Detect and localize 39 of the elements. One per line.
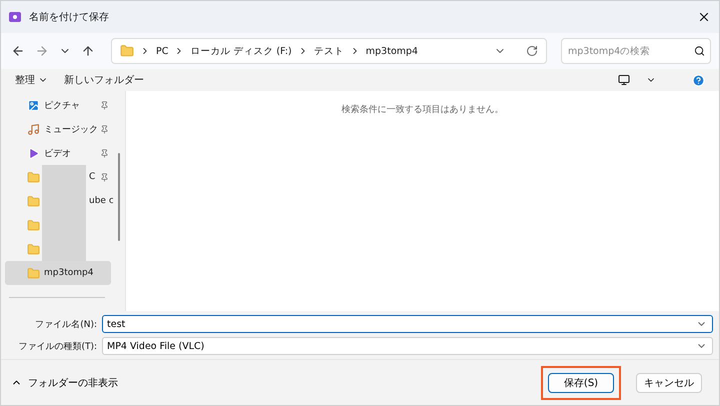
sidebar-item[interactable]: ビデオ: [5, 141, 111, 165]
folder-icon: [27, 266, 40, 280]
file-type-dropdown[interactable]: MP4 Video File (VLC): [102, 337, 713, 355]
cancel-button[interactable]: キャンセル: [636, 372, 702, 392]
field-label: ファイルの種類(T):: [17, 340, 97, 352]
close-icon[interactable]: [697, 10, 711, 24]
pictures-icon: [27, 98, 40, 112]
app-icon: [9, 11, 21, 23]
refresh-icon[interactable]: [526, 45, 538, 57]
view-icon[interactable]: [618, 74, 630, 86]
breadcrumb-item[interactable]: PC: [156, 46, 168, 56]
hide-folders-button[interactable]: フォルダーの非表示: [11, 376, 118, 390]
folder-icon: [27, 170, 40, 184]
window-title: 名前を付けて保存: [29, 11, 110, 24]
file-name-field[interactable]: test: [102, 315, 713, 333]
breadcrumb-item[interactable]: mp3tomp4: [366, 46, 418, 56]
save-button[interactable]: 保存(S): [548, 372, 614, 392]
sidebar-item[interactable]: ピクチャ: [5, 93, 111, 117]
new-folder-button[interactable]: 新しいフォルダー: [64, 73, 144, 87]
breadcrumb-item[interactable]: テスト: [314, 44, 344, 58]
sidebar-item[interactable]: mp3tomp4: [5, 261, 111, 285]
folder-icon: [120, 44, 134, 58]
sidebar-item[interactable]: C: [5, 165, 111, 189]
breadcrumb-item[interactable]: ローカル ディスク (F:): [190, 44, 292, 58]
field-label: ファイル名(N):: [34, 318, 97, 330]
empty-message: 検索条件に一致する項目はありません。: [342, 104, 504, 117]
folder-icon: [27, 218, 40, 232]
music-icon: [27, 122, 40, 136]
video-icon: [27, 146, 40, 160]
address-bar[interactable]: PC ローカル ディスク (F:) テスト mp3tomp4: [111, 38, 547, 64]
search-field[interactable]: mp3tomp4の検索: [561, 38, 711, 64]
sidebar-item[interactable]: ube c: [5, 189, 111, 213]
scrollbar-thumb[interactable]: [118, 153, 120, 241]
folder-icon: [27, 194, 40, 208]
folder-icon: [27, 242, 40, 256]
sidebar-item[interactable]: ミュージック: [5, 117, 111, 141]
organize-button[interactable]: 整理: [15, 73, 48, 87]
search-icon: [694, 46, 705, 56]
help-icon[interactable]: [692, 74, 705, 86]
